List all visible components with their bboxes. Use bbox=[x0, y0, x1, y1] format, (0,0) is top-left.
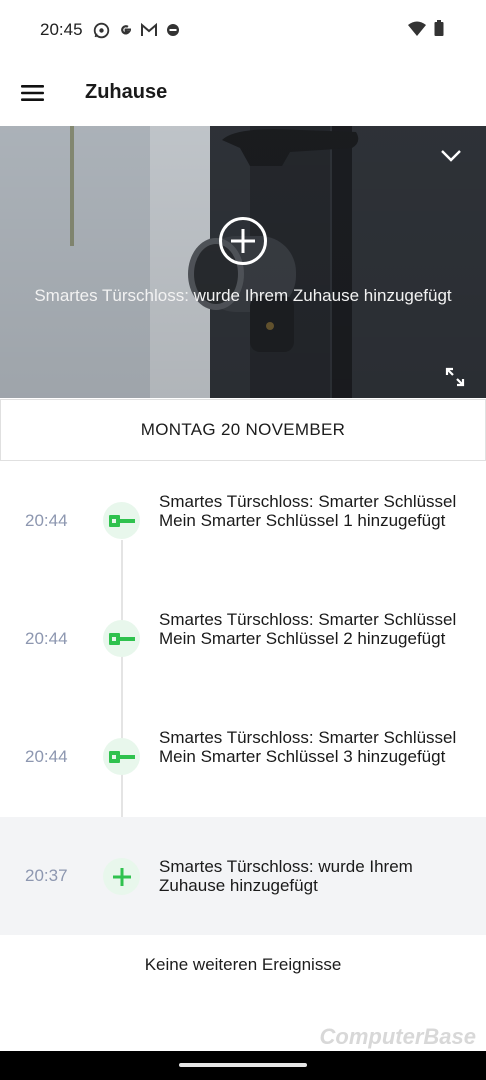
hamburger-menu-icon bbox=[21, 85, 44, 101]
event-row[interactable]: 20:44 Smartes Türschloss: Smarter Schlüs… bbox=[0, 698, 486, 816]
home-gesture-handle[interactable] bbox=[179, 1063, 307, 1067]
notification-icons bbox=[92, 21, 182, 39]
date-header: MONTAG 20 NOVEMBER bbox=[0, 399, 486, 461]
event-icon bbox=[103, 620, 140, 657]
event-text: Smartes Türschloss: wurde Ihrem Zuhause … bbox=[159, 857, 413, 895]
chevron-down-icon[interactable] bbox=[440, 148, 462, 164]
event-text: Smartes Türschloss: Smarter Schlüssel Me… bbox=[159, 728, 457, 766]
add-circle-icon[interactable] bbox=[218, 216, 268, 266]
wifi-icon bbox=[408, 21, 426, 41]
event-row[interactable]: 20:44 Smartes Türschloss: Smarter Schlüs… bbox=[0, 580, 486, 698]
event-icon bbox=[103, 502, 140, 539]
app-bar: Zuhause bbox=[0, 60, 486, 126]
event-row[interactable]: 20:44 Smartes Türschloss: Smarter Schlüs… bbox=[0, 462, 486, 580]
system-icons bbox=[408, 20, 444, 41]
event-time: 20:44 bbox=[25, 747, 68, 766]
key-icon bbox=[108, 632, 135, 645]
event-row-highlighted[interactable]: 20:37 Smartes Türschloss: wurde Ihrem Zu… bbox=[0, 817, 486, 935]
menu-button[interactable] bbox=[16, 76, 50, 110]
event-time: 20:44 bbox=[25, 629, 68, 648]
google-icon bbox=[116, 21, 134, 39]
event-time: 20:37 bbox=[25, 866, 68, 885]
fullscreen-icon[interactable] bbox=[444, 366, 466, 388]
event-icon bbox=[103, 858, 140, 895]
system-nav-bar bbox=[0, 1051, 486, 1080]
page-title: Zuhause bbox=[85, 81, 168, 103]
device-hero-image[interactable]: Smartes Türschloss: wurde Ihrem Zuhause … bbox=[0, 126, 486, 398]
whatsapp-icon bbox=[92, 21, 110, 39]
watermark-logo: ComputerBase bbox=[319, 1024, 476, 1049]
event-time: 20:44 bbox=[25, 511, 68, 530]
event-icon bbox=[103, 738, 140, 775]
battery-icon bbox=[434, 20, 444, 41]
status-bar: 20:45 bbox=[0, 0, 486, 60]
dnd-icon bbox=[164, 21, 182, 39]
event-text: Smartes Türschloss: Smarter Schlüssel Me… bbox=[159, 492, 457, 530]
key-icon bbox=[108, 514, 135, 527]
gmail-icon bbox=[140, 21, 158, 39]
status-time: 20:45 bbox=[40, 20, 83, 39]
event-text: Smartes Türschloss: Smarter Schlüssel Me… bbox=[159, 610, 457, 648]
plus-icon bbox=[112, 867, 131, 886]
no-more-events-label: Keine weiteren Ereignisse bbox=[144, 955, 342, 974]
key-icon bbox=[108, 750, 135, 763]
hero-caption: Smartes Türschloss: wurde Ihrem Zuhause … bbox=[34, 286, 452, 305]
